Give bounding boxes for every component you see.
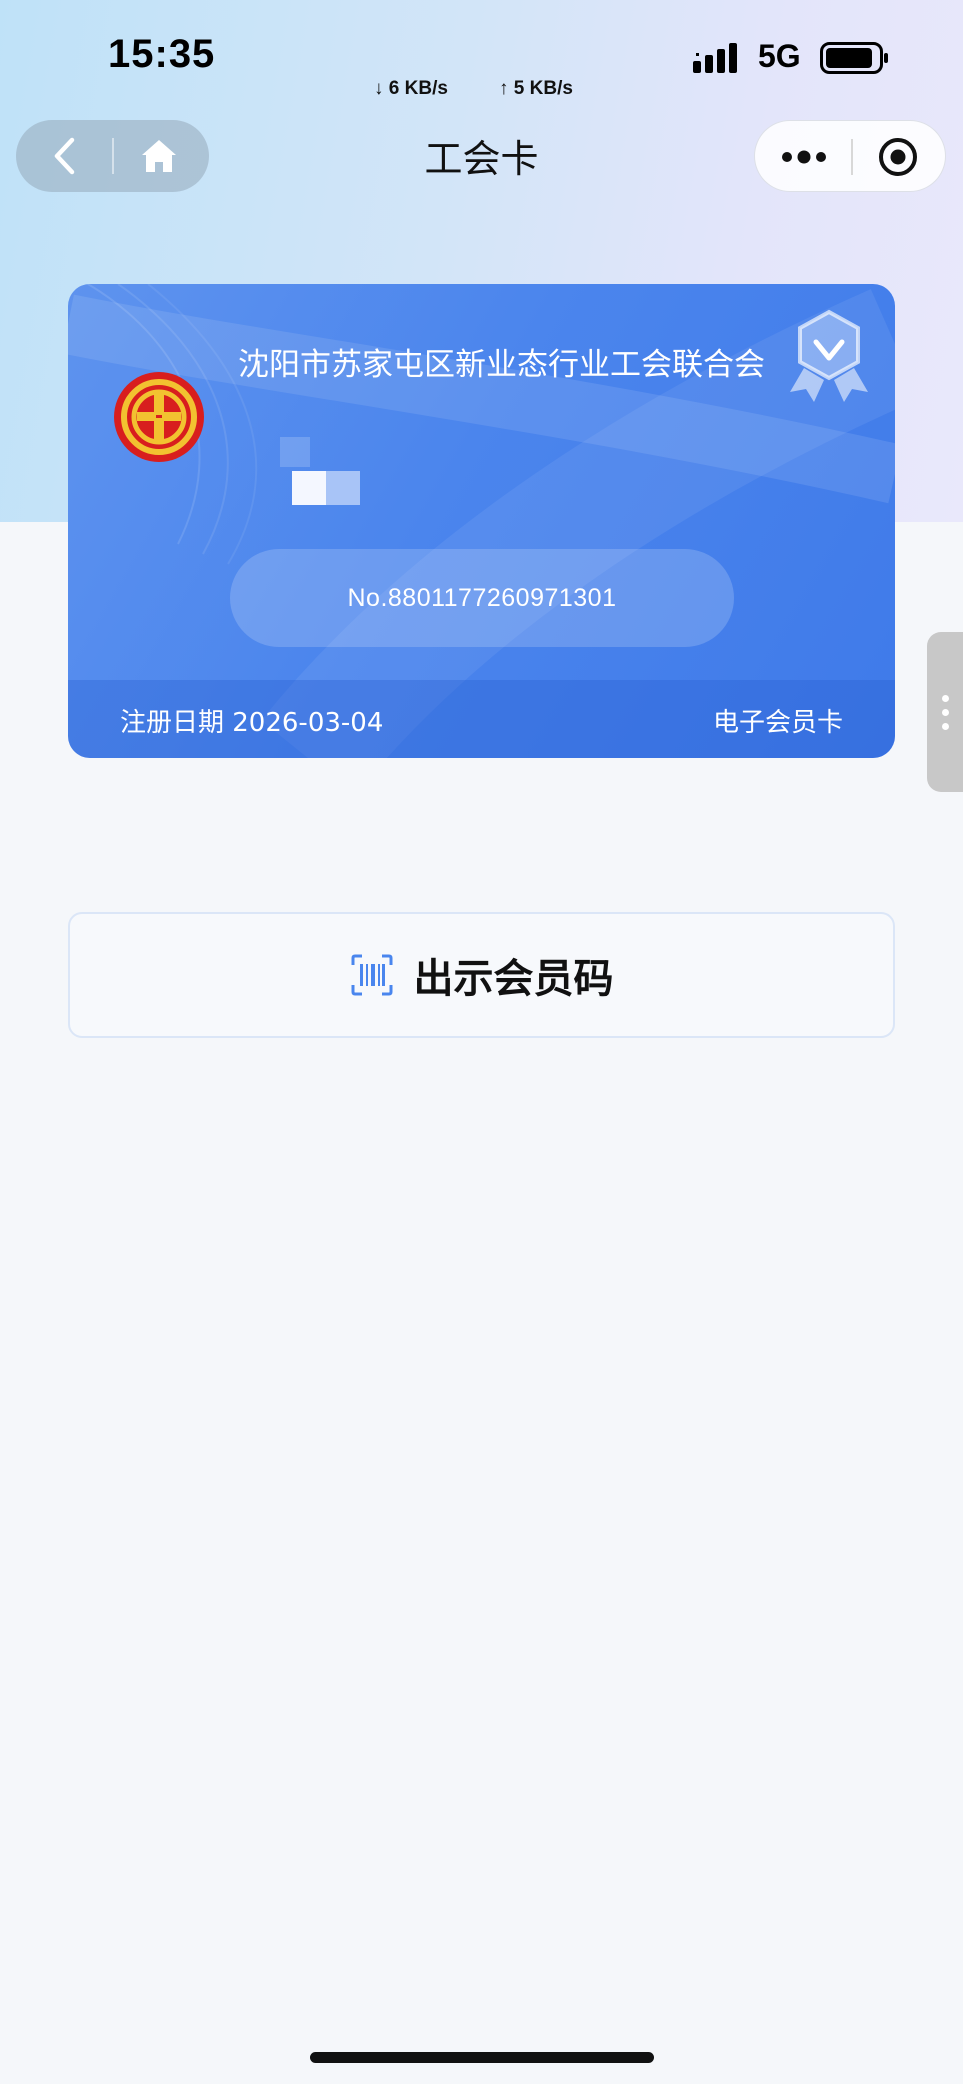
union-member-card[interactable]: 沈阳市苏家屯区新业态行业工会联合会 No.8801177260971301 注册… [68,284,895,758]
close-miniprogram-button[interactable] [853,121,943,193]
battery-icon [820,42,888,74]
verified-badge-icon [790,309,868,402]
more-dots-icon [782,150,826,164]
status-time: 15:35 [108,32,216,76]
trade-union-emblem-icon [114,372,204,462]
show-member-code-button[interactable]: 出示会员码 [68,912,895,1038]
barcode-scan-icon [351,954,392,996]
target-close-icon [879,138,917,176]
show-member-code-label: 出示会员码 [413,956,614,1002]
download-speed: ↓ 6 KB/s [374,78,448,99]
signal-icon [693,43,737,73]
registration-date: 注册日期 2026-03-04 [120,708,384,738]
organization-name: 沈阳市苏家屯区新业态行业工会联合会 [238,347,765,383]
home-indicator[interactable] [310,2052,654,2063]
network-type: 5G [758,38,801,74]
card-footer: 注册日期 2026-03-04 电子会员卡 [68,680,895,758]
card-number: No.8801177260971301 [230,549,734,647]
nav-capsule-right [754,120,946,192]
side-drawer-handle[interactable] [927,632,963,792]
more-button[interactable] [759,121,849,193]
card-type-label: 电子会员卡 [712,708,843,738]
upload-speed: ↑ 5 KB/s [499,78,573,99]
